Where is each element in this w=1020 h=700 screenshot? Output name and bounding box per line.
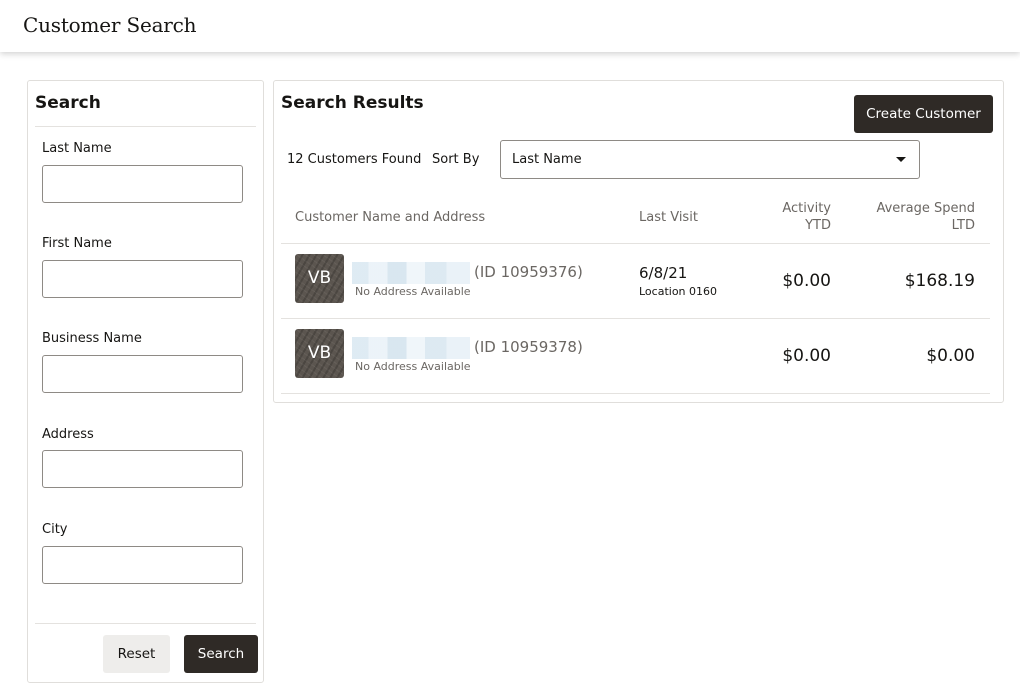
- sort-by-select[interactable]: Last Name: [500, 140, 920, 179]
- column-header-name: Customer Name and Address: [295, 210, 486, 225]
- divider: [35, 623, 256, 624]
- city-label: City: [42, 522, 68, 537]
- column-header-spend-line1: Average Spend: [876, 201, 975, 216]
- redacted-customer-name: [352, 337, 470, 359]
- last-name-label: Last Name: [42, 141, 112, 156]
- average-spend-ltd: $0.00: [926, 346, 975, 366]
- redacted-customer-name: [352, 262, 470, 284]
- address-label: Address: [42, 427, 94, 442]
- column-header-spend-line2: LTD: [951, 218, 975, 233]
- page-header: Customer Search: [0, 0, 1020, 52]
- search-button[interactable]: Search: [184, 635, 258, 673]
- results-panel: Search Results Create Customer 12 Custom…: [273, 80, 1004, 403]
- activity-ytd: $0.00: [782, 271, 831, 291]
- last-visit-date: 6/8/21: [639, 264, 688, 282]
- sort-by-label: Sort By: [432, 152, 480, 167]
- activity-ytd: $0.00: [782, 346, 831, 366]
- city-input[interactable]: [42, 546, 243, 584]
- search-panel: Search Last Name First Name Business Nam…: [27, 80, 264, 683]
- column-header-activity-line2: YTD: [805, 218, 831, 233]
- divider: [281, 393, 990, 394]
- business-name-label: Business Name: [42, 331, 142, 346]
- customer-id: (ID 10959378): [474, 338, 583, 356]
- first-name-label: First Name: [42, 236, 112, 251]
- create-customer-button[interactable]: Create Customer: [854, 95, 993, 133]
- table-row[interactable]: VB (ID 10959378) No Address Available $0…: [274, 319, 1005, 393]
- avatar: VB: [295, 254, 344, 303]
- address-input[interactable]: [42, 450, 243, 488]
- divider: [35, 126, 256, 127]
- page-title: Customer Search: [23, 13, 197, 37]
- results-title: Search Results: [281, 93, 424, 113]
- customer-address: No Address Available: [355, 360, 471, 373]
- average-spend-ltd: $168.19: [904, 271, 975, 291]
- first-name-input[interactable]: [42, 260, 243, 298]
- search-panel-title: Search: [35, 93, 101, 113]
- chevron-down-icon: [896, 157, 906, 162]
- results-count: 12 Customers Found: [287, 152, 422, 167]
- business-name-input[interactable]: [42, 355, 243, 393]
- column-header-activity-line1: Activity: [782, 201, 831, 216]
- column-header-activity: Activity YTD: [744, 200, 831, 234]
- customer-address: No Address Available: [355, 285, 471, 298]
- column-header-spend: Average Spend LTD: [854, 200, 975, 234]
- last-visit-location: Location 0160: [639, 285, 718, 298]
- table-row[interactable]: VB (ID 10959376) No Address Available 6/…: [274, 244, 1005, 318]
- customer-id: (ID 10959376): [474, 263, 583, 281]
- column-header-last-visit: Last Visit: [639, 210, 698, 225]
- avatar: VB: [295, 329, 344, 378]
- last-name-input[interactable]: [42, 165, 243, 203]
- sort-by-value: Last Name: [512, 152, 582, 167]
- reset-button[interactable]: Reset: [103, 635, 170, 673]
